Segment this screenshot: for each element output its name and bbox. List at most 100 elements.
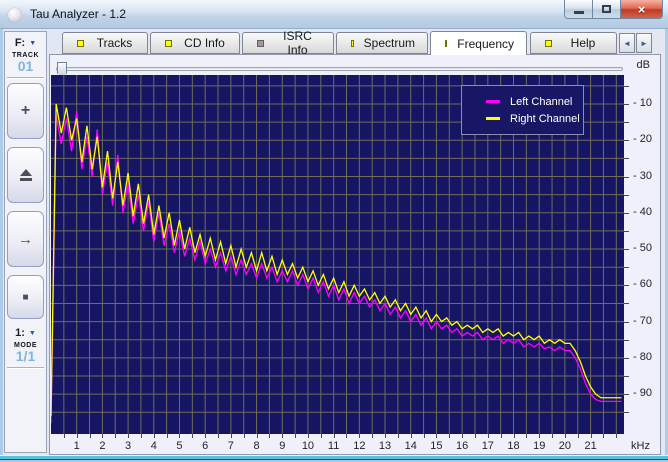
y-tick: [624, 140, 629, 142]
tab-spectrum[interactable]: Spectrum: [336, 32, 428, 54]
right-arrow-icon: ►: [640, 38, 648, 48]
x-tick: [449, 434, 451, 438]
plus-icon: +: [20, 102, 31, 119]
track-value: 01: [17, 58, 34, 74]
drive-selector[interactable]: F: ▼: [5, 34, 46, 52]
x-tick-label: 2: [99, 440, 106, 452]
y-tick: [624, 412, 629, 414]
x-tick: [590, 434, 592, 438]
divider: [7, 77, 44, 79]
x-tick: [526, 434, 528, 438]
window-title: Tau Analyzer - 1.2: [30, 7, 127, 21]
y-tick: [624, 339, 629, 341]
x-tick: [192, 434, 194, 438]
chevron-down-icon: ▼: [28, 329, 36, 337]
tab-cd-info[interactable]: CD Info: [150, 32, 240, 54]
y-tick: [624, 158, 629, 160]
y-tick-label: - 50: [633, 242, 652, 255]
tab-tracks[interactable]: Tracks: [62, 32, 148, 54]
y-tick: [624, 85, 629, 87]
x-tick: [487, 434, 489, 438]
x-tick: [128, 434, 130, 438]
x-tick: [76, 434, 78, 438]
x-tick: [256, 434, 258, 438]
x-tick: [346, 434, 348, 438]
x-tick: [462, 434, 464, 438]
y-tick-label: - 60: [633, 278, 652, 291]
stop-button[interactable]: ■: [7, 275, 44, 319]
y-tick-label: - 80: [633, 350, 652, 363]
x-tick: [577, 434, 579, 438]
x-tick-label: 17: [481, 440, 494, 452]
led-icon: [257, 39, 264, 47]
x-tick: [436, 434, 438, 438]
y-tick: [624, 267, 629, 269]
x-tick: [359, 434, 361, 438]
window-border-left: [0, 29, 3, 455]
add-track-button[interactable]: +: [7, 83, 44, 139]
x-axis: 1 2 3 4 5 6 7 8 9 10 11 12 13 14 15 16 17 18 19 20 21: [51, 434, 624, 456]
y-tick-label: - 20: [633, 133, 652, 146]
y-tick: [624, 194, 629, 196]
led-icon: [165, 39, 172, 47]
mode-value: 1/1: [15, 348, 36, 364]
x-tick-label: 10: [301, 440, 315, 452]
left-arrow-icon: ◄: [623, 38, 631, 48]
x-tick: [179, 434, 181, 438]
right-arrow-icon: →: [18, 230, 33, 248]
x-tick: [243, 434, 245, 438]
next-button[interactable]: →: [7, 211, 44, 267]
x-tick: [372, 434, 374, 438]
tab-help[interactable]: Help: [530, 32, 617, 54]
tab-frequency[interactable]: Frequency: [430, 31, 527, 55]
x-tick: [166, 434, 168, 438]
y-tick-label: - 90: [633, 387, 652, 400]
x-tick-label: 5: [176, 440, 183, 452]
x-tick: [153, 434, 155, 438]
y-tick: [624, 176, 629, 178]
y-tick: [624, 285, 629, 287]
x-tick: [295, 434, 297, 438]
legend-label: Right Channel: [510, 112, 580, 125]
close-button[interactable]: ×: [620, 0, 663, 19]
tab-scroll-left-button[interactable]: ◄: [619, 33, 635, 53]
x-tick: [205, 434, 207, 438]
y-tick: [624, 321, 629, 323]
minimize-button[interactable]: [564, 0, 593, 19]
y-tick-label: - 40: [633, 205, 652, 218]
chevron-down-icon: ▼: [29, 39, 37, 47]
mode-selector[interactable]: 1: ▼: [5, 324, 46, 342]
app-icon: [8, 8, 22, 22]
x-tick: [616, 434, 618, 438]
tab-isrc-info[interactable]: ISRC Info: [242, 29, 334, 57]
maximize-button[interactable]: [593, 0, 620, 19]
x-tick: [102, 434, 104, 438]
drive-selector-value: F:: [14, 37, 26, 49]
stop-icon: ■: [22, 291, 29, 303]
x-tick: [115, 434, 117, 438]
x-tick-label: 16: [455, 440, 469, 452]
eject-button[interactable]: [7, 147, 44, 203]
titlebar[interactable]: Tau Analyzer - 1.2 ×: [0, 0, 668, 29]
x-tick-label: 20: [558, 440, 572, 452]
eject-icon: [19, 169, 32, 181]
legend-label: Left Channel: [510, 95, 573, 108]
x-tick: [564, 434, 566, 438]
slider-track[interactable]: [56, 67, 623, 71]
x-tick: [539, 434, 541, 438]
y-tick-label: - 10: [633, 97, 652, 109]
legend: Left Channel Right Channel: [461, 85, 584, 135]
x-tick: [410, 434, 412, 438]
x-tick: [500, 434, 502, 438]
frequency-panel: dB - 10- 20- 30- 40- 50- 60- 70- 80- 90 …: [49, 54, 661, 455]
x-tick: [513, 434, 515, 438]
x-axis-unit: kHz: [631, 440, 650, 452]
y-tick: [624, 230, 629, 232]
x-tick-label: 1: [73, 440, 80, 452]
y-tick: [624, 357, 629, 359]
x-tick: [307, 434, 309, 438]
y-tick: [624, 212, 629, 214]
x-tick-label: 8: [253, 440, 260, 452]
tab-scroll-right-button[interactable]: ►: [636, 33, 652, 53]
divider: [7, 367, 44, 369]
